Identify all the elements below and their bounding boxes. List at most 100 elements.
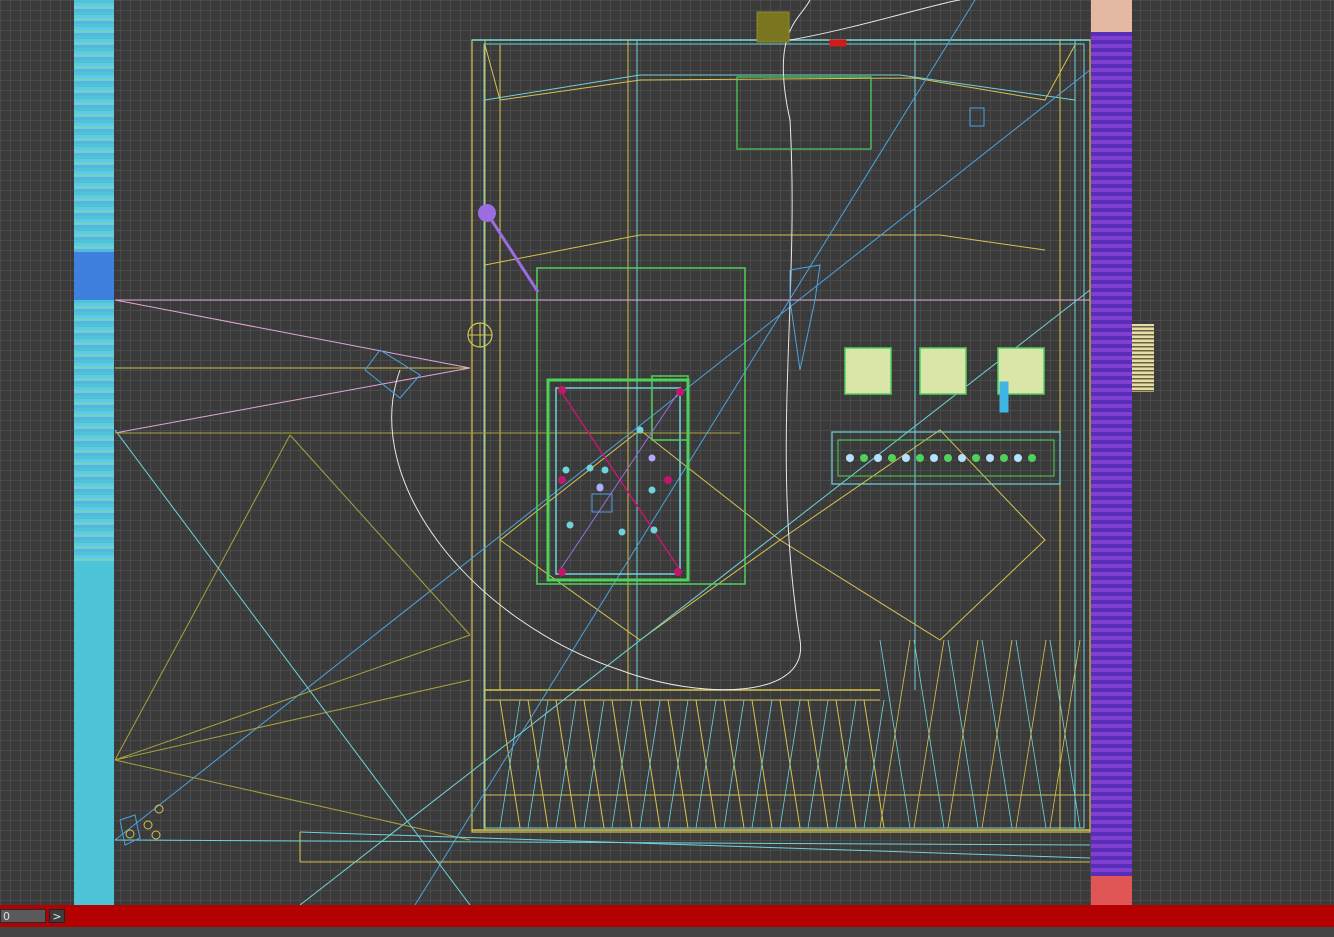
camera-path	[391, 0, 811, 691]
upper-truss	[484, 44, 1076, 101]
pool-ball	[618, 528, 626, 536]
right-strip-band	[1091, 112, 1132, 116]
camera-ray	[414, 0, 976, 905]
left-strip-band	[74, 891, 114, 894]
left-strip-band	[74, 564, 114, 567]
right-strip-band	[1091, 236, 1132, 240]
light-ray	[114, 634, 471, 761]
left-strip-band	[74, 453, 114, 456]
floor-slab-diag	[114, 839, 1091, 846]
left-strip-band	[74, 645, 114, 648]
left-strip-band	[74, 72, 114, 75]
right-strip-band	[1091, 292, 1132, 296]
right-strip-band	[1091, 556, 1132, 560]
camera-beam	[114, 367, 471, 434]
left-strip-band	[74, 753, 114, 756]
right-strip-band	[1091, 532, 1132, 536]
right-strip-band	[1091, 564, 1132, 568]
left-strip-band	[74, 357, 114, 360]
right-strip-band	[1091, 108, 1132, 112]
right-strip-band	[1091, 168, 1132, 172]
light-ray	[114, 679, 471, 761]
left-strip-band	[74, 774, 114, 777]
right-strip-band	[1091, 360, 1132, 364]
left-strip-band	[74, 300, 114, 303]
frame-input[interactable]: 0	[0, 909, 46, 923]
wall-frame	[919, 347, 967, 395]
next-frame-button[interactable]: >	[49, 909, 65, 923]
right-strip-band	[1091, 76, 1132, 80]
left-strip-band	[74, 702, 114, 705]
right-strip-band	[1091, 784, 1132, 788]
right-strip-band	[1091, 524, 1132, 528]
left-strip-band	[74, 363, 114, 366]
left-strip-band	[74, 567, 114, 570]
right-strip-band	[1091, 804, 1132, 808]
right-strip-band	[1091, 736, 1132, 740]
right-strip-band	[1091, 580, 1132, 584]
left-strip-band	[74, 435, 114, 438]
left-strip-band	[74, 108, 114, 111]
right-strip-band	[1091, 460, 1132, 464]
left-strip-band	[74, 429, 114, 432]
barcode-line	[1132, 334, 1154, 336]
left-strip-band	[74, 519, 114, 522]
left-strip-band	[74, 39, 114, 42]
light-ray	[289, 434, 471, 636]
right-strip-band	[1091, 432, 1132, 436]
left-strip-band	[74, 249, 114, 252]
left-strip-band	[74, 531, 114, 534]
left-strip-band	[74, 183, 114, 186]
left-strip-band	[74, 306, 114, 309]
left-strip-band	[74, 330, 114, 333]
left-strip-band	[74, 756, 114, 759]
bottle	[999, 381, 1009, 413]
left-strip-band	[74, 297, 114, 300]
left-strip-band	[74, 441, 114, 444]
left-strip-band	[74, 456, 114, 459]
bar-item	[944, 454, 952, 462]
left-strip-band	[74, 279, 114, 282]
left-strip-band	[74, 615, 114, 618]
left-strip-band	[74, 168, 114, 171]
left-strip-band	[74, 813, 114, 816]
right-strip-band	[1091, 16, 1132, 20]
left-strip-band	[74, 276, 114, 279]
right-strip-band	[1091, 576, 1132, 580]
left-strip-band	[74, 705, 114, 708]
right-strip-band	[1091, 480, 1132, 484]
wireframe-viewport[interactable]	[0, 0, 1334, 905]
left-strip-band	[74, 102, 114, 105]
left-strip-band	[74, 105, 114, 108]
left-strip-band	[74, 516, 114, 519]
right-strip-band	[1091, 92, 1132, 96]
barcode-line	[1132, 390, 1154, 392]
left-strip-band	[74, 84, 114, 87]
right-strip-band	[1091, 880, 1132, 884]
left-strip-band	[74, 21, 114, 24]
left-strip-band	[74, 783, 114, 786]
left-strip-band	[74, 480, 114, 483]
left-strip-band	[74, 585, 114, 588]
right-strip-band	[1091, 80, 1132, 84]
left-strip-band	[74, 138, 114, 141]
left-strip-band	[74, 303, 114, 306]
right-strip-band	[1091, 548, 1132, 552]
right-strip-band	[1091, 252, 1132, 256]
right-strip-band	[1091, 604, 1132, 608]
cue-rack	[651, 375, 689, 441]
left-strip-band	[74, 195, 114, 198]
left-strip-band	[74, 555, 114, 558]
right-strip-band	[1091, 164, 1132, 168]
right-strip-band	[1091, 844, 1132, 848]
left-strip-band	[74, 345, 114, 348]
left-strip-band	[74, 396, 114, 399]
left-strip-band	[74, 669, 114, 672]
right-strip-band	[1091, 848, 1132, 852]
left-strip-band	[74, 654, 114, 657]
scene-wireframe[interactable]	[0, 0, 1334, 905]
chevron-right-icon: >	[52, 910, 62, 923]
left-strip-band	[74, 699, 114, 702]
left-strip-band	[74, 837, 114, 840]
left-strip-band	[74, 135, 114, 138]
